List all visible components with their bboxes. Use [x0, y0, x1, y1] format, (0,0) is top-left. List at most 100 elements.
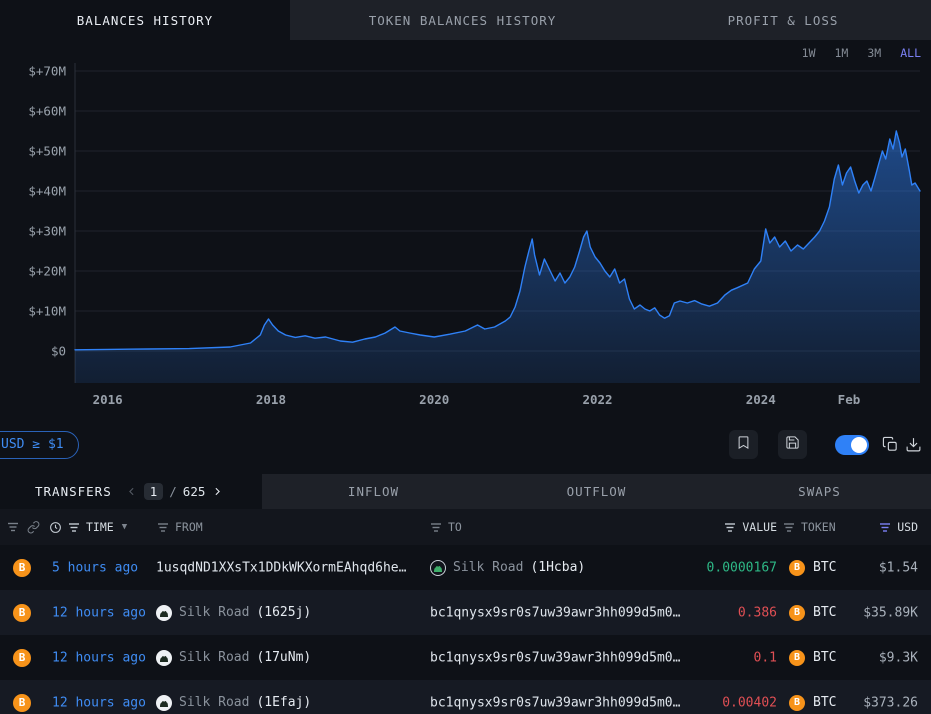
save-button[interactable] — [778, 430, 807, 459]
transfers-nav-left: TRANSFERS 1 / 625 — [0, 474, 262, 509]
from-entity-link[interactable]: Silk Road — [179, 650, 249, 665]
transfer-value: 0.00402 — [722, 695, 777, 710]
transfer-time-link[interactable]: 12 hours ago — [52, 605, 146, 620]
tab-token-balances-history[interactable]: TOKEN BALANCES HISTORY — [290, 0, 635, 40]
chart-toolbar — [729, 430, 922, 459]
btc-icon: B — [789, 650, 805, 666]
clock-icon — [49, 521, 62, 534]
silk-road-icon — [430, 560, 446, 576]
to-cell: bc1qnysx9sr0s7uw39awr3hh099d5m0… — [430, 695, 680, 710]
transfer-usd-value: $1.54 — [879, 560, 918, 575]
to-entity-link[interactable]: Silk Road — [453, 560, 523, 575]
btc-icon: B — [13, 559, 31, 577]
from-address-link[interactable]: 1usqdND1XXsTx1DDkWKXormEAhqd6he… — [156, 560, 406, 575]
value-column-header[interactable]: VALUE — [724, 520, 777, 534]
to-column-header[interactable]: TO — [430, 520, 462, 534]
sort-funnel-icon — [783, 522, 795, 533]
from-entity-tag: (1625j) — [256, 605, 311, 620]
transfers-pagination: 1 / 625 — [125, 483, 225, 500]
token-label: BTC — [813, 650, 836, 665]
y-axis-tick-label: $+70M — [28, 64, 66, 79]
token-label: BTC — [813, 695, 836, 710]
transfer-time-link[interactable]: 5 hours ago — [52, 560, 138, 575]
transfer-time-link[interactable]: 12 hours ago — [52, 650, 146, 665]
y-axis-tick-label: $+30M — [28, 224, 66, 239]
table-row: B 12 hours ago Silk Road (17uNm) bc1qnysx9sr… — [0, 635, 931, 680]
usd-filter-chip[interactable]: USD ≥ $1 — [0, 431, 79, 459]
to-address-link[interactable]: bc1qnysx9sr0s7uw39awr3hh099d5m0… — [430, 650, 680, 665]
filter-icon[interactable] — [7, 522, 19, 533]
chart-controls-row: USD ≥ $1 — [0, 415, 931, 474]
tab-transfers[interactable]: TRANSFERS — [35, 484, 112, 499]
bookmark-icon — [736, 435, 751, 454]
from-entity-tag: (17uNm) — [256, 650, 311, 665]
sort-funnel-icon-active — [879, 522, 891, 533]
from-column-header[interactable]: FROM — [157, 520, 203, 534]
from-entity-link[interactable]: Silk Road — [179, 605, 249, 620]
sort-funnel-icon — [68, 522, 80, 533]
prev-page-icon[interactable] — [125, 485, 138, 498]
to-address-link[interactable]: bc1qnysx9sr0s7uw39awr3hh099d5m0… — [430, 695, 680, 710]
from-header-label: FROM — [175, 520, 203, 534]
chain-token-cell: B — [13, 694, 31, 712]
usd-column-header[interactable]: USD — [879, 520, 918, 534]
bookmark-button[interactable] — [729, 430, 758, 459]
transfer-value: 0.386 — [738, 605, 777, 620]
copy-button[interactable] — [882, 436, 899, 453]
chevron-down-icon: ▼ — [122, 522, 127, 532]
to-cell: bc1qnysx9sr0s7uw39awr3hh099d5m0… — [430, 605, 680, 620]
usd-header-label: USD — [897, 520, 918, 534]
time-column-header[interactable]: TIME ▼ — [49, 520, 127, 534]
toggle-knob — [851, 437, 867, 453]
from-entity-tag: (1Efaj) — [256, 695, 311, 710]
tab-inflow[interactable]: INFLOW — [262, 474, 485, 509]
to-address-link[interactable]: bc1qnysx9sr0s7uw39awr3hh099d5m0… — [430, 605, 680, 620]
save-icon — [785, 435, 800, 454]
x-axis-tick-label: 2024 — [746, 392, 776, 407]
from-entity-link[interactable]: Silk Road — [179, 695, 249, 710]
y-axis-tick-label: $+40M — [28, 184, 66, 199]
tab-profit-and-loss[interactable]: PROFIT & LOSS — [635, 0, 931, 40]
token-column-header[interactable]: TOKEN — [783, 520, 836, 534]
silk-road-icon — [156, 650, 172, 666]
transfers-sub-tabs: INFLOW OUTFLOW SWAPS — [262, 474, 931, 509]
token-cell: B BTC — [789, 560, 836, 576]
chart-toggle-switch[interactable] — [835, 435, 869, 455]
transfer-value: 0.0000167 — [707, 560, 777, 575]
btc-icon: B — [789, 560, 805, 576]
silk-road-icon — [156, 695, 172, 711]
next-page-icon[interactable] — [211, 485, 224, 498]
to-entity-tag: (1Hcba) — [530, 560, 585, 575]
transfer-time-link[interactable]: 12 hours ago — [52, 695, 146, 710]
value-header-label: VALUE — [742, 520, 777, 534]
transfers-nav-bar: TRANSFERS 1 / 625 INFLOW OUTFLOW SWAPS — [0, 474, 931, 509]
x-axis-tick-label: Feb — [838, 392, 861, 407]
from-cell: Silk Road (1625j) — [156, 605, 311, 621]
y-axis-tick-label: $+50M — [28, 144, 66, 159]
table-row: B 12 hours ago Silk Road (1Efaj) bc1qnysx9sr… — [0, 680, 931, 714]
tab-outflow[interactable]: OUTFLOW — [485, 474, 708, 509]
tab-swaps[interactable]: SWAPS — [708, 474, 931, 509]
btc-icon: B — [789, 605, 805, 621]
time-header-label: TIME — [86, 520, 114, 534]
sort-funnel-icon — [157, 522, 169, 533]
token-label: BTC — [813, 560, 836, 575]
table-row: B 5 hours ago 1usqdND1XXsTx1DDkWKXormEAhqd… — [0, 545, 931, 590]
x-axis-tick-label: 2016 — [93, 392, 123, 407]
token-cell: B BTC — [789, 650, 836, 666]
table-row: B 12 hours ago Silk Road (1625j) bc1qnysx9sr… — [0, 590, 931, 635]
chain-token-cell: B — [13, 649, 31, 667]
page-separator: / — [169, 484, 177, 499]
current-page: 1 — [144, 483, 164, 500]
from-cell: Silk Road (17uNm) — [156, 650, 311, 666]
silk-road-icon — [156, 605, 172, 621]
to-cell: bc1qnysx9sr0s7uw39awr3hh099d5m0… — [430, 650, 680, 665]
btc-icon: B — [13, 649, 31, 667]
transfer-value: 0.1 — [754, 650, 777, 665]
transfer-usd-value: $373.26 — [863, 695, 918, 710]
top-tab-bar: BALANCES HISTORY TOKEN BALANCES HISTORY … — [0, 0, 931, 40]
download-button[interactable] — [905, 436, 922, 453]
link-icon[interactable] — [27, 521, 40, 534]
tab-balances-history[interactable]: BALANCES HISTORY — [0, 0, 290, 40]
balance-history-chart[interactable]: $+70M$+60M$+50M$+40M$+30M$+20M$+10M$0201… — [0, 40, 931, 415]
